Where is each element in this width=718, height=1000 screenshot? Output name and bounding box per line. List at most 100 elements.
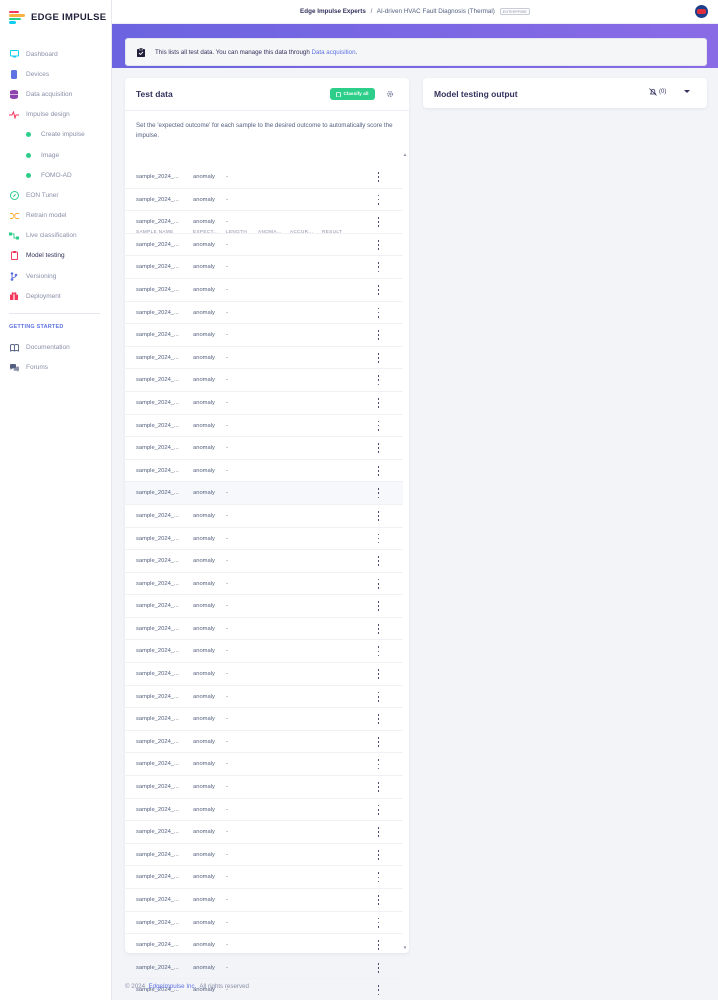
sample-name-cell[interactable]: sample_2024_...: [136, 739, 179, 745]
expected-outcome-cell[interactable]: anomaly: [193, 400, 215, 406]
table-row[interactable]: sample_2024_... anomaly -: [125, 279, 403, 302]
expected-outcome-cell[interactable]: anomaly: [193, 264, 215, 270]
more-options-icon[interactable]: [377, 601, 380, 612]
expected-outcome-cell[interactable]: anomaly: [193, 648, 215, 654]
settings-gear-icon[interactable]: [384, 88, 396, 100]
more-options-icon[interactable]: [377, 691, 380, 702]
table-row[interactable]: sample_2024_... anomaly -: [125, 324, 403, 347]
sample-name-cell[interactable]: sample_2024_...: [136, 852, 179, 858]
sample-name-cell[interactable]: sample_2024_...: [136, 807, 179, 813]
sidebar-item-model-testing[interactable]: Model testing: [0, 246, 112, 266]
more-options-icon[interactable]: [377, 172, 380, 182]
more-options-icon[interactable]: [377, 940, 380, 951]
sample-name-cell[interactable]: sample_2024_...: [136, 264, 179, 270]
sample-name-cell[interactable]: sample_2024_...: [136, 716, 179, 722]
expected-outcome-cell[interactable]: anomaly: [193, 445, 215, 451]
more-options-icon[interactable]: [377, 578, 380, 589]
table-row[interactable]: sample_2024_... anomaly -: [125, 618, 403, 641]
sample-name-cell[interactable]: sample_2024_...: [136, 694, 179, 700]
sample-name-cell[interactable]: sample_2024_...: [136, 874, 179, 880]
more-options-icon[interactable]: [377, 420, 380, 431]
sample-name-cell[interactable]: sample_2024_...: [136, 536, 179, 542]
expected-outcome-cell[interactable]: anomaly: [193, 197, 215, 203]
expected-outcome-cell[interactable]: anomaly: [193, 536, 215, 542]
more-options-icon[interactable]: [377, 736, 380, 747]
more-options-icon[interactable]: [377, 217, 380, 228]
expected-outcome-cell[interactable]: anomaly: [193, 242, 215, 248]
table-row[interactable]: sample_2024_... anomaly -: [125, 663, 403, 686]
expected-outcome-cell[interactable]: anomaly: [193, 174, 215, 180]
sidebar-item-versioning[interactable]: Versioning: [0, 266, 112, 286]
expected-outcome-cell[interactable]: anomaly: [193, 761, 215, 767]
table-row[interactable]: sample_2024_... anomaly -: [125, 776, 403, 799]
sample-name-cell[interactable]: sample_2024_...: [136, 490, 179, 496]
expected-outcome-cell[interactable]: anomaly: [193, 603, 215, 609]
expected-outcome-cell[interactable]: anomaly: [193, 807, 215, 813]
table-row[interactable]: sample_2024_... anomaly -: [125, 889, 403, 912]
expected-outcome-cell[interactable]: anomaly: [193, 332, 215, 338]
sidebar-item-deployment[interactable]: Deployment: [0, 286, 112, 306]
sidebar-item-dashboard[interactable]: Dashboard: [0, 44, 112, 64]
table-row[interactable]: sample_2024_... anomaly -: [125, 573, 403, 596]
sample-name-cell[interactable]: sample_2024_...: [136, 355, 179, 361]
expected-outcome-cell[interactable]: anomaly: [193, 874, 215, 880]
table-row[interactable]: sample_2024_... anomaly -: [125, 528, 403, 551]
expected-outcome-cell[interactable]: anomaly: [193, 829, 215, 835]
table-row[interactable]: sample_2024_... anomaly -: [125, 912, 403, 935]
more-options-icon[interactable]: [377, 646, 380, 657]
breadcrumb-project[interactable]: AI-driven HVAC Fault Diagnosis (Thermal): [377, 8, 495, 15]
more-options-icon[interactable]: [377, 397, 380, 408]
table-row[interactable]: sample_2024_... anomaly -: [125, 799, 403, 822]
expected-outcome-cell[interactable]: anomaly: [193, 671, 215, 677]
more-options-icon[interactable]: [377, 352, 380, 363]
more-options-icon[interactable]: [377, 985, 380, 996]
table-row[interactable]: sample_2024_... anomaly -: [125, 753, 403, 777]
sidebar-item-retrain-model[interactable]: Retrain model: [0, 206, 112, 226]
data-acquisition-link[interactable]: Data acquisition: [312, 49, 356, 56]
more-options-icon[interactable]: [377, 556, 380, 567]
sample-name-cell[interactable]: sample_2024_...: [136, 784, 179, 790]
sample-name-cell[interactable]: sample_2024_...: [136, 287, 179, 293]
table-row[interactable]: sample_2024_... anomaly -: [125, 460, 403, 483]
table-row[interactable]: sample_2024_... anomaly -: [125, 821, 403, 844]
expected-outcome-cell[interactable]: anomaly: [193, 920, 215, 926]
sample-name-cell[interactable]: sample_2024_...: [136, 219, 179, 225]
sample-name-cell[interactable]: sample_2024_...: [136, 897, 179, 903]
sample-name-cell[interactable]: sample_2024_...: [136, 626, 179, 632]
sidebar-item-forums[interactable]: Forums: [0, 358, 112, 378]
table-row[interactable]: sample_2024_... anomaly -: [125, 640, 403, 664]
table-row[interactable]: sample_2024_... anomaly -: [125, 166, 403, 189]
sample-name-cell[interactable]: sample_2024_...: [136, 400, 179, 406]
more-options-icon[interactable]: [377, 375, 380, 386]
more-options-icon[interactable]: [377, 849, 380, 860]
table-row[interactable]: sample_2024_... anomaly -: [125, 505, 403, 528]
expected-outcome-cell[interactable]: anomaly: [193, 897, 215, 903]
expected-outcome-cell[interactable]: anomaly: [193, 942, 215, 948]
more-options-icon[interactable]: [377, 669, 380, 680]
table-row[interactable]: sample_2024_... anomaly -: [125, 957, 403, 980]
avatar[interactable]: [695, 5, 708, 18]
sample-name-cell[interactable]: sample_2024_...: [136, 513, 179, 519]
sample-name-cell[interactable]: sample_2024_...: [136, 174, 179, 180]
sample-name-cell[interactable]: sample_2024_...: [136, 920, 179, 926]
more-options-icon[interactable]: [377, 827, 380, 838]
expected-outcome-cell[interactable]: anomaly: [193, 558, 215, 564]
scroll-up-arrow-icon[interactable]: ▲: [402, 152, 408, 158]
expected-outcome-cell[interactable]: anomaly: [193, 377, 215, 383]
table-row[interactable]: sample_2024_... anomaly -: [125, 392, 403, 415]
expected-outcome-cell[interactable]: anomaly: [193, 739, 215, 745]
table-row[interactable]: sample_2024_... anomaly -: [125, 347, 403, 370]
sample-name-cell[interactable]: sample_2024_...: [136, 445, 179, 451]
more-options-icon[interactable]: [377, 962, 380, 973]
sidebar-item-impulse-design[interactable]: Impulse design: [0, 105, 112, 125]
sample-name-cell[interactable]: sample_2024_...: [136, 942, 179, 948]
table-row[interactable]: sample_2024_... anomaly -: [125, 437, 403, 460]
sample-name-cell[interactable]: sample_2024_...: [136, 603, 179, 609]
expected-outcome-cell[interactable]: anomaly: [193, 310, 215, 316]
sample-name-cell[interactable]: sample_2024_...: [136, 197, 179, 203]
table-row[interactable]: sample_2024_... anomaly -: [125, 866, 403, 889]
expected-outcome-cell[interactable]: anomaly: [193, 219, 215, 225]
sample-name-cell[interactable]: sample_2024_...: [136, 829, 179, 835]
notifications-toggle[interactable]: (0): [649, 88, 666, 96]
table-row[interactable]: sample_2024_... anomaly -: [125, 595, 403, 618]
